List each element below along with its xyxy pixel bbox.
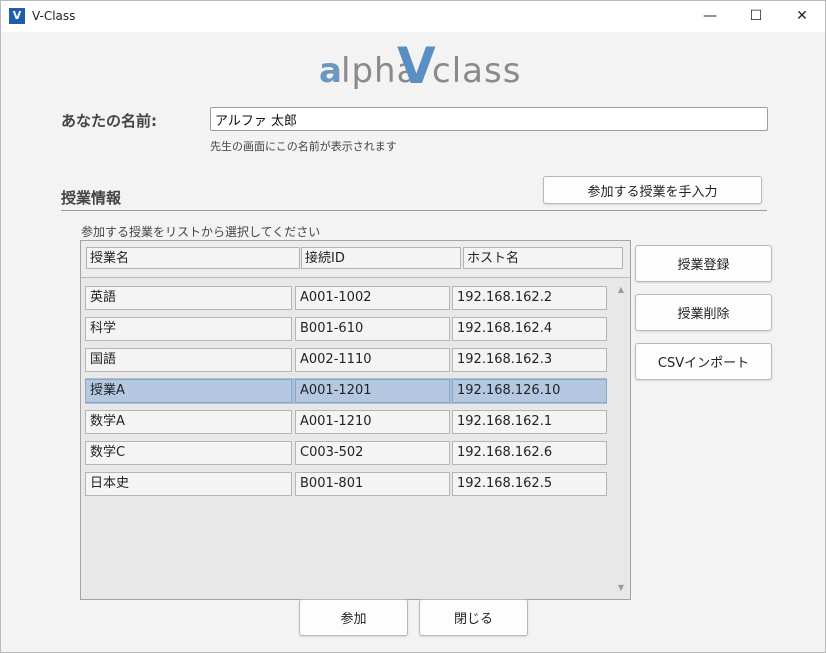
cell-lesson-name: 日本史 — [85, 472, 292, 496]
name-hint: 先生の画面にこの名前が表示されます — [210, 140, 397, 153]
name-input[interactable] — [210, 107, 768, 131]
scroll-up-icon[interactable]: ▲ — [616, 285, 626, 295]
cell-host-name: 192.168.162.1 — [452, 410, 607, 434]
cell-connection-id: A001-1210 — [295, 410, 450, 434]
table-row[interactable]: 授業A A001-1201 192.168.126.10 — [85, 378, 607, 404]
cell-lesson-name: 数学C — [85, 441, 292, 465]
csv-import-button[interactable]: CSVインポート — [635, 343, 772, 380]
window-title: V-Class — [32, 9, 76, 23]
table-row[interactable]: 国語 A002-1110 192.168.162.3 — [85, 347, 607, 373]
list-hint: 参加する授業をリストから選択してください — [81, 225, 321, 239]
cell-connection-id: C003-502 — [295, 441, 450, 465]
app-logo-icon: V — [9, 8, 25, 24]
table-scrollbar[interactable]: ▲ ▼ — [614, 281, 628, 597]
cell-connection-id: A001-1002 — [295, 286, 450, 310]
lesson-info-title: 授業情報 — [61, 189, 122, 207]
cell-host-name: 192.168.126.10 — [452, 379, 607, 403]
table-row[interactable]: 数学C C003-502 192.168.162.6 — [85, 440, 607, 466]
cell-connection-id: B001-801 — [295, 472, 450, 496]
cell-host-name: 192.168.162.6 — [452, 441, 607, 465]
table-header: 授業名 接続ID ホスト名 — [81, 241, 630, 278]
cell-lesson-name: 授業A — [85, 379, 292, 403]
name-label: あなたの名前: — [61, 112, 157, 130]
logo-letter-a: a — [319, 51, 342, 91]
cell-lesson-name: 科学 — [85, 317, 292, 341]
column-header-connection-id[interactable]: 接続ID — [301, 247, 461, 269]
column-header-host-name[interactable]: ホスト名 — [463, 247, 623, 269]
column-header-lesson-name[interactable]: 授業名 — [86, 247, 300, 269]
cell-lesson-name: 英語 — [85, 286, 292, 310]
app-window: V V-Class — ☐ ✕ a lpha V class あなたの名前: 先… — [0, 0, 826, 653]
join-button[interactable]: 参加 — [299, 599, 408, 636]
manual-entry-button[interactable]: 参加する授業を手入力 — [543, 176, 762, 204]
table-row[interactable]: 英語 A001-1002 192.168.162.2 — [85, 285, 607, 311]
close-window-button[interactable]: ✕ — [779, 1, 825, 32]
cell-connection-id: B001-610 — [295, 317, 450, 341]
logo-text-class: class — [432, 51, 522, 91]
table-row[interactable]: 日本史 B001-801 192.168.162.5 — [85, 471, 607, 497]
close-button[interactable]: 閉じる — [419, 599, 528, 636]
cell-connection-id: A002-1110 — [295, 348, 450, 372]
cell-host-name: 192.168.162.3 — [452, 348, 607, 372]
maximize-button[interactable]: ☐ — [733, 1, 779, 32]
title-bar: V V-Class — ☐ ✕ — [1, 1, 825, 32]
delete-lesson-button[interactable]: 授業削除 — [635, 294, 772, 331]
minimize-button[interactable]: — — [687, 1, 733, 32]
cell-host-name: 192.168.162.4 — [452, 317, 607, 341]
lesson-table: 授業名 接続ID ホスト名 英語 A001-1002 192.168.162.2 科学… — [80, 240, 631, 600]
cell-lesson-name: 国語 — [85, 348, 292, 372]
cell-lesson-name: 数学A — [85, 410, 292, 434]
table-row[interactable]: 数学A A001-1210 192.168.162.1 — [85, 409, 607, 435]
logo-letter-v: V — [397, 37, 436, 95]
table-row[interactable]: 科学 B001-610 192.168.162.4 — [85, 316, 607, 342]
scroll-down-icon[interactable]: ▼ — [616, 583, 626, 593]
cell-connection-id: A001-1201 — [295, 379, 450, 403]
register-lesson-button[interactable]: 授業登録 — [635, 245, 772, 282]
cell-host-name: 192.168.162.2 — [452, 286, 607, 310]
section-divider — [61, 210, 767, 211]
table-body: 英語 A001-1002 192.168.162.2 科学 B001-610 192.16… — [81, 279, 611, 599]
cell-host-name: 192.168.162.5 — [452, 472, 607, 496]
